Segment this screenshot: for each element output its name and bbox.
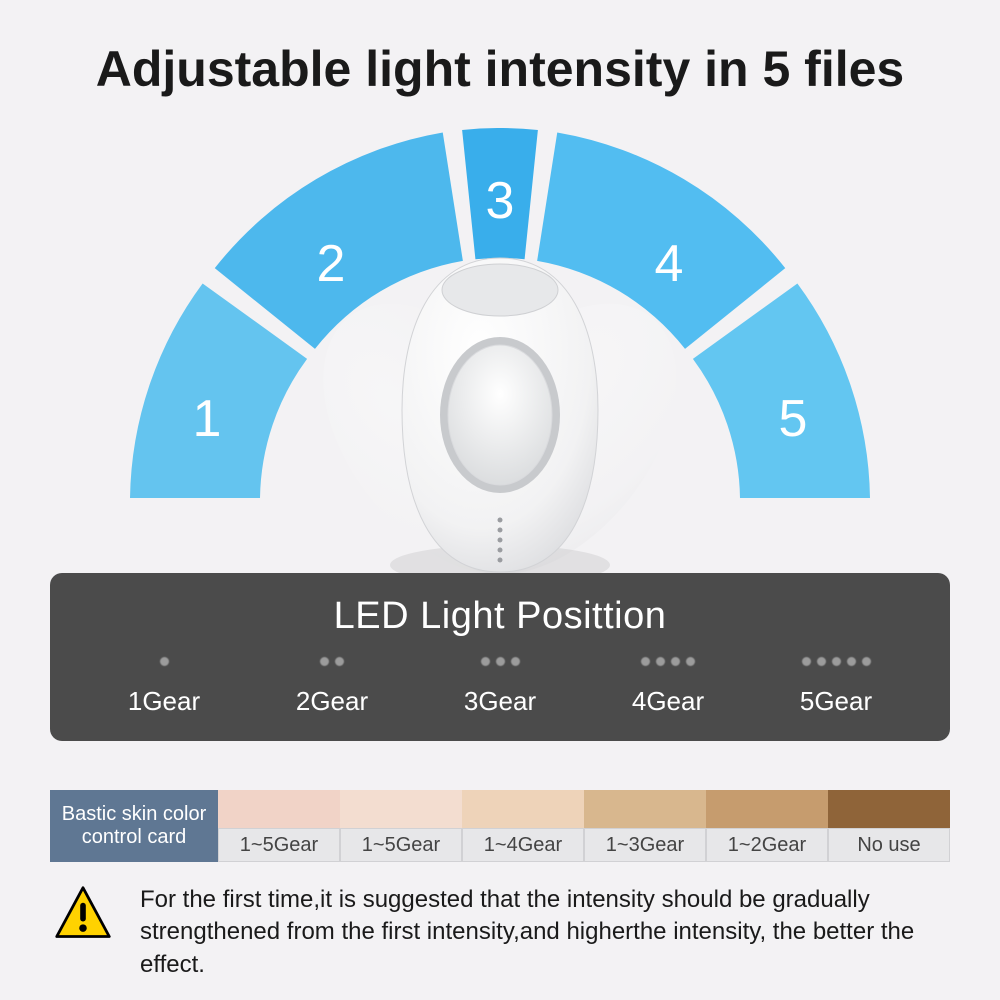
led-gear-label: 1Gear [128, 686, 200, 717]
led-gear-cell: 5Gear [752, 652, 920, 717]
skin-column: 1~5Gear [218, 790, 340, 862]
svg-text:1: 1 [193, 390, 222, 448]
led-gear-cell: 2Gear [248, 652, 416, 717]
skin-swatch [584, 790, 706, 828]
skin-column: 1~5Gear [340, 790, 462, 862]
led-dots [641, 652, 695, 670]
skin-gear-label: 1~5Gear [340, 828, 462, 862]
skin-gear-label: 1~3Gear [584, 828, 706, 862]
skin-column: No use [828, 790, 950, 862]
skin-gear-label: No use [828, 828, 950, 862]
led-panel-title: LED Light Posittion [80, 595, 920, 638]
skin-column: 1~4Gear [462, 790, 584, 862]
skin-gear-label: 1~4Gear [462, 828, 584, 862]
svg-text:3: 3 [486, 172, 515, 230]
led-dots [802, 652, 871, 670]
led-gear-cell: 1Gear [80, 652, 248, 717]
led-dots [481, 652, 520, 670]
led-gear-cell: 4Gear [584, 652, 752, 717]
led-position-panel: LED Light Posittion 1Gear 2Gear 3Gear 4Gear… [50, 573, 950, 741]
page-title: Adjustable light intensity in 5 files [0, 0, 1000, 98]
led-gear-label: 3Gear [464, 686, 536, 717]
skin-gear-label: 1~5Gear [218, 828, 340, 862]
skin-column: 1~3Gear [584, 790, 706, 862]
svg-text:5: 5 [779, 390, 808, 448]
skin-swatch [340, 790, 462, 828]
led-gear-label: 4Gear [632, 686, 704, 717]
led-dots [320, 652, 344, 670]
footer-text: For the first time,it is suggested that … [140, 884, 950, 981]
led-gear-cell: 3Gear [416, 652, 584, 717]
intensity-dial: 1 2 3 4 5 [130, 128, 870, 508]
skin-gear-label: 1~2Gear [706, 828, 828, 862]
skin-card-heading: Bastic skin color control card [50, 790, 218, 862]
device-illustration [320, 250, 680, 590]
footer-note: For the first time,it is suggested that … [50, 884, 950, 981]
skin-color-card: Bastic skin color control card 1~5Gear1~… [50, 790, 950, 862]
skin-swatch [828, 790, 950, 828]
warning-icon [50, 884, 116, 944]
skin-swatch [218, 790, 340, 828]
led-dots [160, 652, 169, 670]
skin-swatch [462, 790, 584, 828]
led-gear-label: 2Gear [296, 686, 368, 717]
skin-swatch [706, 790, 828, 828]
led-gear-label: 5Gear [800, 686, 872, 717]
skin-column: 1~2Gear [706, 790, 828, 862]
